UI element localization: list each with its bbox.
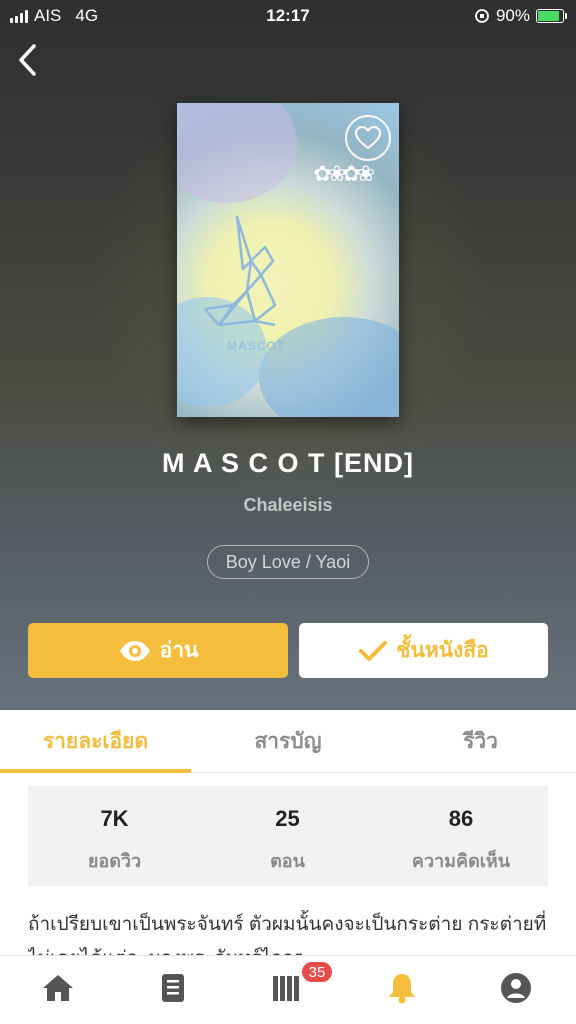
stat-chapters: 25 ตอน bbox=[201, 786, 374, 886]
read-button[interactable]: อ่าน bbox=[28, 623, 288, 678]
book-description: ถ้าเปรียบเขาเป็นพระจันทร์ ตัวผมนั้นคงจะเ… bbox=[28, 914, 547, 958]
book-hero: AIS 4G 12:17 90% ✿❀✿❀ MASCOT M A S C O T… bbox=[0, 0, 576, 710]
tab-contents[interactable]: สารบัญ bbox=[191, 710, 385, 773]
battery-icon bbox=[536, 9, 567, 23]
tab-details[interactable]: รายละเอียด bbox=[0, 710, 191, 773]
cover-title: MASCOT bbox=[227, 339, 285, 353]
home-icon bbox=[43, 975, 73, 1001]
stat-label: ตอน bbox=[270, 851, 305, 871]
tab-reviews[interactable]: รีวิว bbox=[385, 710, 576, 773]
checkmark-icon bbox=[359, 640, 388, 661]
bell-icon bbox=[389, 974, 415, 1004]
stat-value: 86 bbox=[448, 806, 474, 831]
stat-views: 7K ยอดวิว bbox=[28, 786, 201, 886]
back-arrow-icon[interactable] bbox=[14, 40, 44, 80]
stat-comments: 86 ความคิดเห็น bbox=[374, 786, 548, 886]
stat-value: 7K bbox=[100, 806, 129, 831]
bottom-nav bbox=[0, 955, 576, 1024]
nav-home[interactable] bbox=[40, 970, 76, 1006]
library-icon bbox=[273, 976, 299, 1001]
profile-icon bbox=[501, 973, 531, 1003]
book-title: M A S C O T [END] bbox=[162, 448, 414, 478]
stats-panel: 7K ยอดวิว 25 ตอน 86 ความคิดเห็น bbox=[28, 786, 548, 886]
library-badge: 35 bbox=[300, 960, 334, 984]
status-bar: AIS 4G 12:17 90% bbox=[0, 0, 576, 30]
read-label: อ่าน bbox=[159, 639, 199, 662]
rotation-lock-icon bbox=[475, 9, 489, 23]
stat-label: ยอดวิว bbox=[87, 851, 142, 871]
origami-rabbit-illustration bbox=[204, 215, 277, 327]
eye-icon bbox=[119, 640, 150, 661]
nav-books[interactable] bbox=[155, 970, 191, 1006]
nav-notifications[interactable] bbox=[384, 970, 420, 1006]
shelf-label: ชั้นหนังสือ bbox=[396, 639, 489, 662]
book-cover[interactable]: ✿❀✿❀ MASCOT bbox=[177, 103, 399, 417]
stat-value: 25 bbox=[275, 806, 300, 831]
battery-percent: 90% bbox=[495, 6, 530, 25]
nav-profile[interactable] bbox=[498, 970, 534, 1006]
flower-decoration: ✿❀✿❀ bbox=[313, 161, 375, 186]
book-icon bbox=[162, 974, 184, 1002]
genre-tag[interactable]: Boy Love / Yaoi bbox=[207, 545, 369, 579]
stat-label: ความคิดเห็น bbox=[411, 851, 511, 871]
author-name[interactable]: Chaleeisis bbox=[0, 495, 576, 516]
active-tab-indicator bbox=[0, 769, 191, 773]
add-to-shelf-button[interactable]: ชั้นหนังสือ bbox=[299, 623, 548, 678]
heart-badge-icon bbox=[345, 115, 391, 161]
tab-bar: รายละเอียด สารบัญ รีวิว bbox=[0, 710, 576, 773]
